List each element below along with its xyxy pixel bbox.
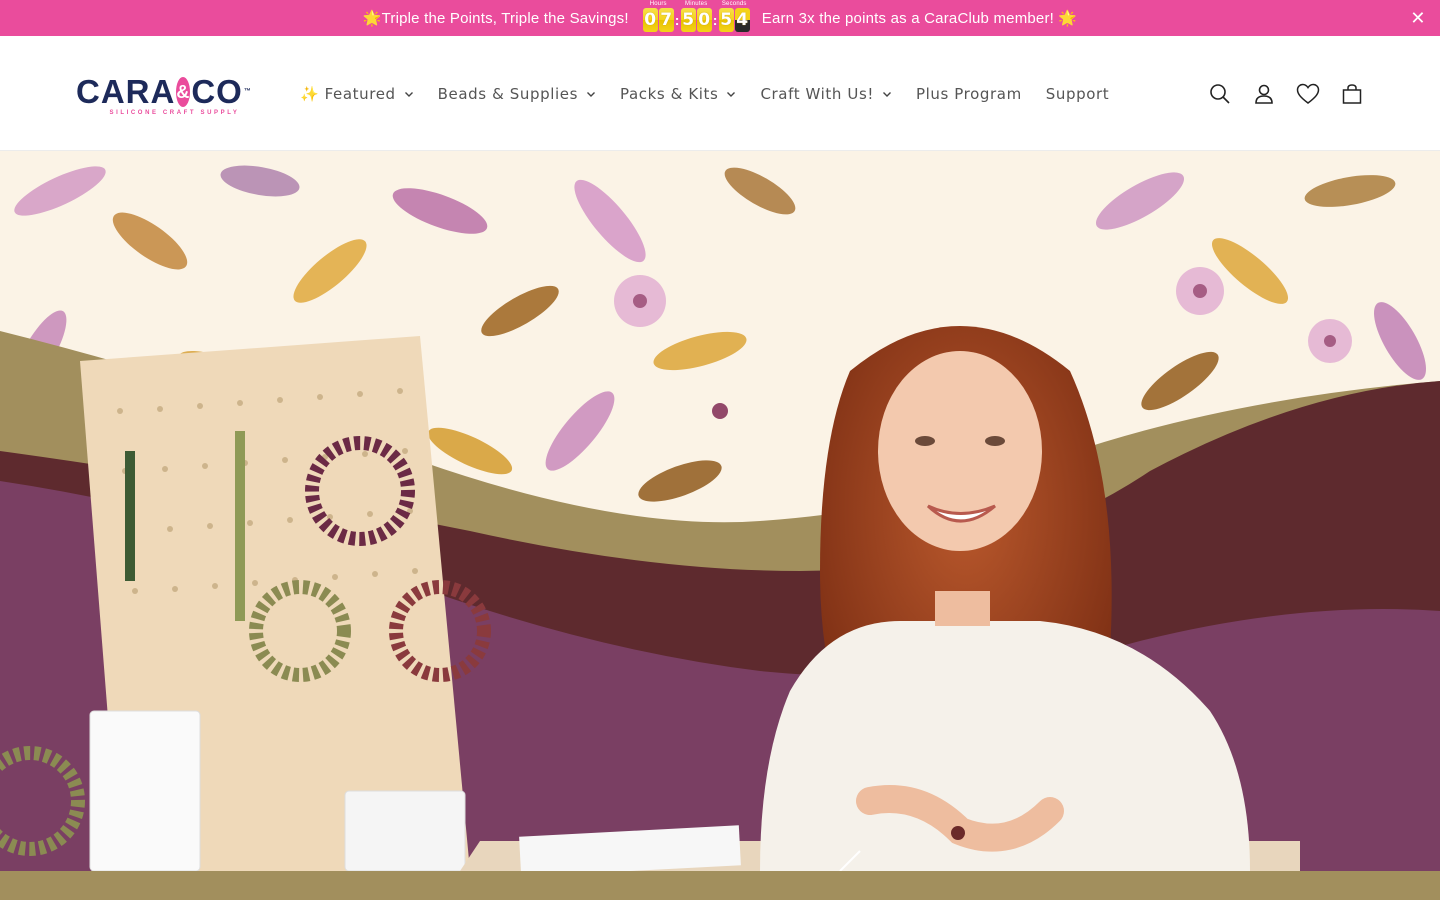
chevron-down-icon (404, 91, 413, 97)
countdown-minutes: Minutes 5 0 (680, 1, 712, 32)
nav-item-label: ✨ Featured (300, 84, 396, 103)
countdown-digit: 5 (718, 8, 734, 32)
announcement-bar: 🌟Triple the Points, Triple the Savings! … (0, 0, 1440, 36)
hero-image (0, 151, 1440, 871)
brand-logo[interactable]: CARA & CO ™ SILICONE CRAFT SUPPLY (76, 73, 252, 116)
countdown-minutes-label: Minutes (685, 1, 708, 7)
nav-item-beads-supplies[interactable]: Beads & Supplies (438, 85, 596, 103)
nav-item-craft-with-us[interactable]: Craft With Us! (760, 85, 892, 103)
nav-item-label: Beads & Supplies (437, 84, 578, 103)
countdown-separator: : (674, 12, 680, 28)
countdown-seconds: Seconds 5 4 (718, 1, 750, 32)
nav-item-label: Craft With Us! (760, 84, 874, 103)
nav-item-plus-program[interactable]: Plus Program (916, 85, 1022, 103)
logo-trademark: ™ (243, 88, 252, 95)
countdown-digit: 0 (696, 8, 712, 32)
countdown-digit: 7 (658, 8, 674, 32)
nav-item-label: Support (1045, 84, 1110, 103)
logo-text-left: CARA (76, 73, 176, 110)
nav-item-label: Packs & Kits (620, 84, 719, 103)
hero-bottom-band (0, 871, 1440, 900)
countdown-digit: 0 (642, 8, 658, 32)
chevron-down-icon (587, 91, 595, 97)
wishlist-heart-icon[interactable] (1296, 82, 1320, 106)
search-icon[interactable] (1208, 82, 1232, 106)
account-icon[interactable] (1252, 82, 1276, 106)
main-nav: ✨ Featured Beads & Supplies Packs & Kits… (300, 36, 1133, 151)
countdown-timer: Hours 0 7 : Minutes 5 0 : Seconds 5 4 (642, 0, 750, 36)
chevron-down-icon (727, 91, 736, 97)
nav-item-label: Plus Program (916, 84, 1022, 103)
logo-wordmark: CARA & CO ™ (76, 73, 252, 110)
logo-tagline: SILICONE CRAFT SUPPLY (109, 110, 240, 116)
countdown-seconds-label: Seconds (721, 1, 747, 7)
countdown-digit: 4 (734, 8, 750, 32)
nav-item-packs-kits[interactable]: Packs & Kits (620, 85, 736, 103)
announcement-left-text: 🌟Triple the Points, Triple the Savings! (362, 10, 629, 27)
announcement-right-text: Earn 3x the points as a CaraClub member!… (761, 10, 1078, 27)
site-header: CARA & CO ™ SILICONE CRAFT SUPPLY ✨ Feat… (0, 36, 1440, 151)
hero-banner[interactable] (0, 151, 1440, 871)
nav-item-support[interactable]: Support (1046, 85, 1110, 103)
close-icon[interactable]: ✕ (1408, 8, 1428, 28)
countdown-hours: Hours 0 7 (642, 1, 674, 32)
chevron-down-icon (883, 91, 891, 97)
countdown-separator: : (712, 12, 718, 28)
header-icons (1208, 36, 1364, 151)
cart-icon[interactable] (1340, 82, 1364, 106)
logo-ampersand: & (176, 77, 191, 107)
nav-item-featured[interactable]: ✨ Featured (300, 85, 414, 103)
countdown-hours-label: Hours (649, 1, 667, 7)
logo-text-right: CO (191, 73, 243, 110)
countdown-digit: 5 (680, 8, 696, 32)
